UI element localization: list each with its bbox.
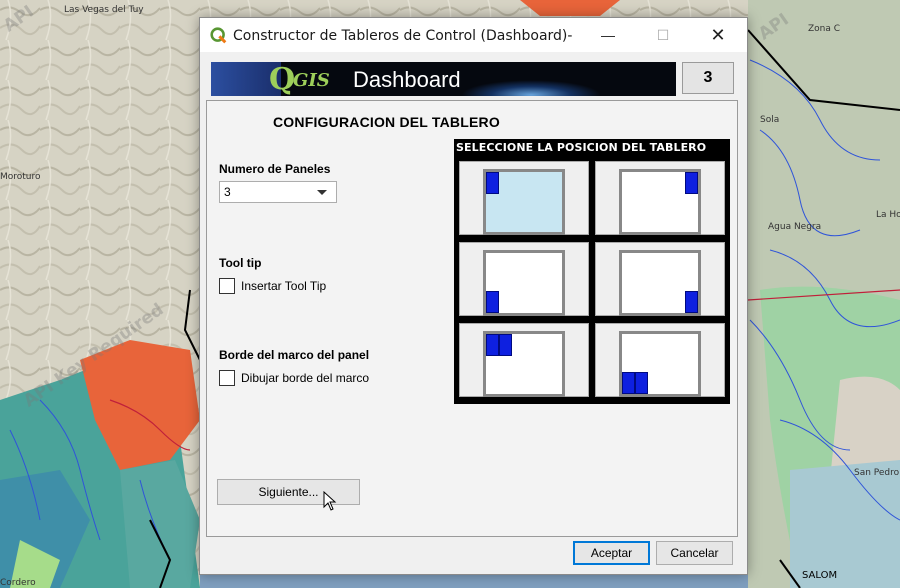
draw-border-checkbox[interactable] <box>219 370 235 386</box>
next-button[interactable]: Siguiente... <box>217 479 360 505</box>
position-selector-title: SELECCIONE LA POSICION DEL TABLERO <box>456 141 707 154</box>
qgis-dashboard-banner: Q GIS Dashboard <box>211 62 676 96</box>
chevron-down-icon <box>317 190 327 195</box>
draw-border-label[interactable]: Dibujar borde del marco <box>241 371 369 385</box>
map-label-sola: Sola <box>760 115 780 125</box>
position-option-bottom-left-double[interactable] <box>595 323 725 397</box>
position-option-top-left[interactable] <box>459 161 589 235</box>
panel-block-icon <box>685 172 698 194</box>
banner-dashboard-text: Dashboard <box>353 67 461 92</box>
close-icon: ✕ <box>710 24 726 45</box>
banner-q-letter: Q <box>269 62 296 96</box>
num-panels-label: Numero de Paneles <box>219 162 331 176</box>
map-label-agua-negra: Agua Negra <box>768 222 822 232</box>
panel-block-icon <box>635 372 648 394</box>
qgis-logo-icon <box>210 27 227 44</box>
title-bar[interactable]: Constructor de Tableros de Control (Dash… <box>200 18 747 52</box>
map-label-moroturo: Moroturo <box>0 172 41 182</box>
panel-block-icon <box>622 372 635 394</box>
position-option-bottom-right[interactable] <box>595 242 725 316</box>
map-label-salom: SALOM <box>802 570 838 581</box>
close-button[interactable]: ✕ <box>695 18 741 52</box>
panel-block-icon <box>486 172 499 194</box>
position-frame-top-left <box>483 169 565 235</box>
tooltip-label: Tool tip <box>219 256 262 270</box>
position-frame-bottom-left <box>483 250 565 316</box>
position-frame-bottom-right <box>619 250 701 316</box>
map-label-cordero: Cordero <box>0 578 36 588</box>
map-label-la-hoya: La Hoya <box>876 210 900 220</box>
position-option-bottom-left[interactable] <box>459 242 589 316</box>
panel-block-icon <box>499 334 512 356</box>
window-title: Constructor de Tableros de Control (Dash… <box>233 28 573 44</box>
maximize-button[interactable]: ☐ <box>640 18 686 52</box>
insert-tooltip-checkbox[interactable] <box>219 278 235 294</box>
panel-block-icon <box>685 291 698 313</box>
map-label-san-pedro: San Pedro <box>854 468 900 478</box>
maximize-icon: ☐ <box>656 26 670 43</box>
dashboard-builder-dialog: Constructor de Tableros de Control (Dash… <box>199 17 748 575</box>
border-label: Borde del marco del panel <box>219 348 370 362</box>
insert-tooltip-label[interactable]: Insertar Tool Tip <box>241 279 326 293</box>
configuration-frame: CONFIGURACION DEL TABLERO Numero de Pane… <box>206 100 738 537</box>
position-frame-top-right <box>619 169 701 235</box>
position-option-top-right[interactable] <box>595 161 725 235</box>
minimize-button[interactable]: — <box>585 18 631 52</box>
num-panels-value: 3 <box>224 185 231 199</box>
panel-block-icon <box>486 291 499 313</box>
map-label-zona-c: Zona C <box>808 24 841 34</box>
banner-globe-glow <box>461 80 601 96</box>
mouse-cursor-icon <box>323 491 337 511</box>
num-panels-select[interactable]: 3 <box>219 181 337 203</box>
map-label-las-vegas: Las Vegas del Tuy <box>64 5 144 15</box>
position-option-top-left-double[interactable] <box>459 323 589 397</box>
accept-button[interactable]: Aceptar <box>573 541 650 565</box>
panel-count-badge: 3 <box>682 62 734 94</box>
position-selector: SELECCIONE LA POSICION DEL TABLERO <box>454 139 730 404</box>
banner-gis-text: GIS <box>293 70 330 91</box>
position-frame-top-left-double <box>483 331 565 397</box>
position-frame-bottom-left-double <box>619 331 701 397</box>
panel-block-icon <box>486 334 499 356</box>
cancel-button[interactable]: Cancelar <box>656 541 733 565</box>
config-title: CONFIGURACION DEL TABLERO <box>273 114 500 130</box>
minimize-icon: — <box>601 27 615 43</box>
